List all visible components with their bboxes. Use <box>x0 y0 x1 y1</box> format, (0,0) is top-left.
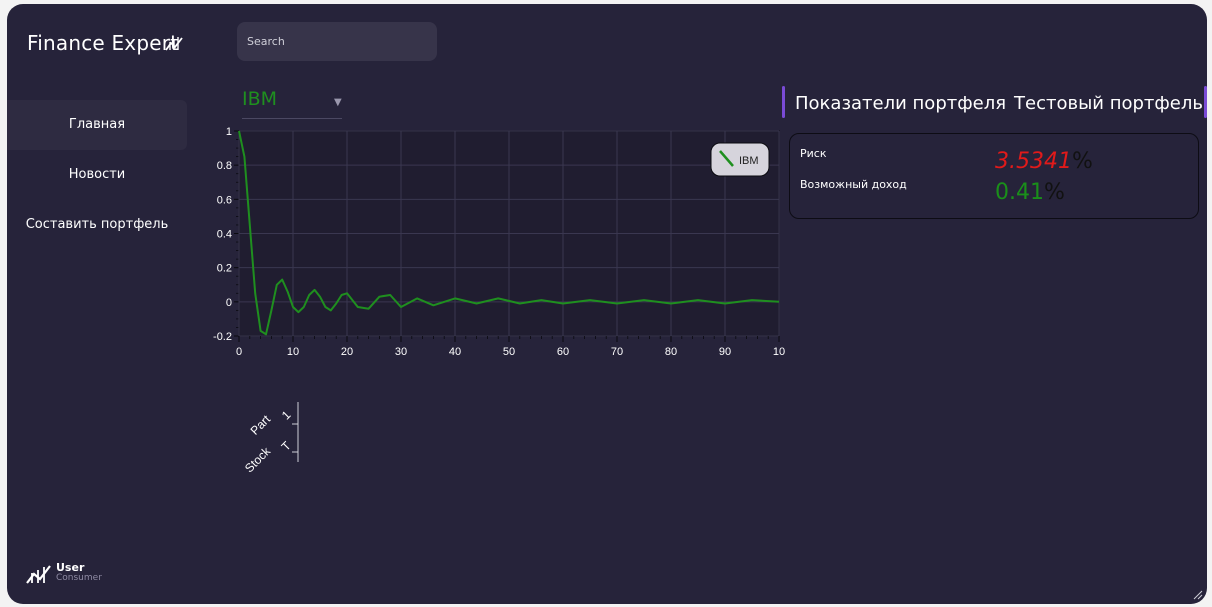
tab-portfolio-metrics[interactable]: Показатели портфеля <box>795 93 1006 114</box>
income-unit: % <box>1043 180 1065 205</box>
x-tick-label: 40 <box>449 346 461 358</box>
x-tick-label: 10 <box>287 346 299 358</box>
sidebar-item-news[interactable]: Новости <box>7 150 187 200</box>
y-tick-label: 1 <box>226 126 232 138</box>
table-header-part: Part <box>248 412 274 438</box>
risk-number: 3.5341 <box>995 149 1072 174</box>
risk-unit: % <box>1071 149 1093 174</box>
y-tick-label: -0.2 <box>213 331 232 343</box>
tab-test-portfolio[interactable]: Тестовый портфель <box>1014 93 1203 114</box>
y-tick-label: 0.8 <box>217 160 232 172</box>
legend-label: IBM <box>739 155 759 167</box>
ticker-select-value: IBM <box>242 88 278 110</box>
y-tick-label: 0.2 <box>217 263 232 275</box>
sidebar-item-build-portfolio[interactable]: Составить портфель <box>7 200 187 250</box>
tab-scroll-indicator-right <box>1204 86 1207 118</box>
tab-scroll-indicator-left <box>782 86 785 118</box>
chart-logo-icon <box>165 37 183 51</box>
table-header-stock: Stock <box>242 444 274 474</box>
risk-value: 3.5341% <box>995 149 1093 174</box>
income-number: 0.41 <box>995 180 1044 205</box>
x-tick-label: 60 <box>557 346 569 358</box>
sidebar-item-home[interactable]: Главная <box>7 100 187 150</box>
portfolio-stock-table: Part Stock 1 T <box>237 394 307 475</box>
user-chart-icon <box>26 565 51 584</box>
table-cell-stock: T <box>279 438 295 454</box>
income-label: Возможный доход <box>800 178 907 191</box>
app-window: Finance Expert Search Главная Новости Со… <box>7 4 1207 604</box>
x-tick-label: 10 <box>773 346 785 358</box>
portfolio-metrics-panel: Риск 3.5341% Возможный доход 0.41% <box>789 133 1199 219</box>
income-value: 0.41% <box>995 180 1065 205</box>
x-tick-label: 50 <box>503 346 515 358</box>
y-tick-label: 0.6 <box>217 194 232 206</box>
x-tick-label: 0 <box>236 346 242 358</box>
search-placeholder: Search <box>247 35 285 48</box>
x-tick-label: 30 <box>395 346 407 358</box>
resize-grip-icon[interactable] <box>1191 588 1203 600</box>
sidebar-item-label: Составить портфель <box>25 217 169 232</box>
user-role: Consumer <box>56 573 102 583</box>
app-title: Finance Expert <box>27 31 179 55</box>
risk-label: Риск <box>800 147 827 160</box>
y-tick-label: 0 <box>226 297 232 309</box>
ticker-select[interactable]: IBM ▼ <box>242 88 342 119</box>
sidebar-item-label: Главная <box>68 117 126 132</box>
x-tick-label: 20 <box>341 346 353 358</box>
portfolio-stock-table-svg: Part Stock 1 T <box>242 402 299 475</box>
x-tick-label: 70 <box>611 346 623 358</box>
table-cell-part: 1 <box>279 408 294 423</box>
chevron-down-icon: ▼ <box>334 97 342 108</box>
x-tick-label: 90 <box>719 346 731 358</box>
search-input[interactable]: Search <box>237 22 437 61</box>
sidebar-item-label: Новости <box>68 167 126 182</box>
price-chart: 1 0.8 0.6 0.4 0.2 0 -0.2 0 10 20 30 40 50 60 70 80 90 10 I… <box>207 126 787 371</box>
x-tick-label: 80 <box>665 346 677 358</box>
price-chart-svg: 1 0.8 0.6 0.4 0.2 0 -0.2 0 10 20 30 40 50 60 70 80 90 10 I… <box>213 126 785 358</box>
y-tick-label: 0.4 <box>217 229 232 241</box>
